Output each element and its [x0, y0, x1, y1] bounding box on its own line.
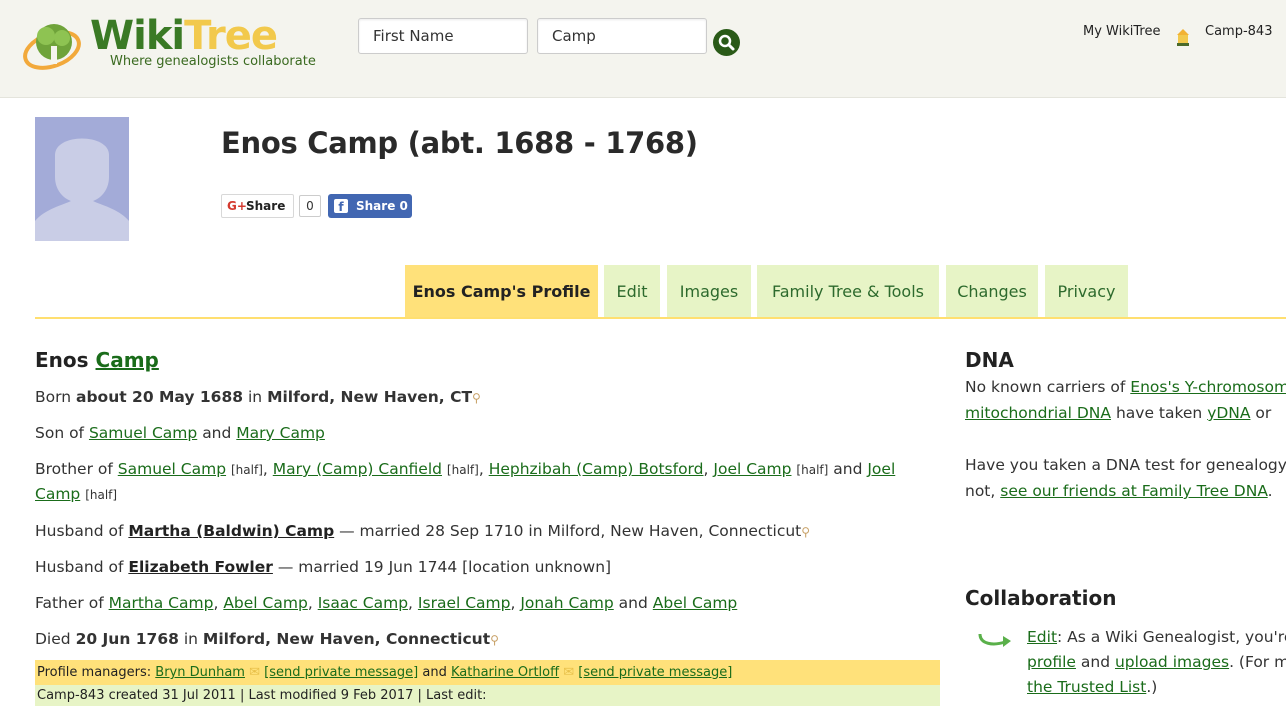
children-line: Father of Martha Camp, Abel Camp, Isaac … [35, 594, 738, 612]
user-house-icon[interactable] [1176, 27, 1190, 47]
y-chromosome-link[interactable]: Enos's Y-chromosome [1130, 378, 1286, 396]
spouse-line-2: Husband of Elizabeth Fowler — married 19… [35, 558, 612, 576]
siblings-line-cont: Camp [half] [35, 485, 118, 503]
dna-heading: DNA [965, 348, 1014, 372]
map-pin-icon[interactable]: ⚲ [472, 391, 481, 405]
silhouette-icon [35, 117, 129, 241]
family-tree-dna-link[interactable]: see our friends at Family Tree DNA [1000, 482, 1267, 500]
collaboration-heading: Collaboration [965, 586, 1117, 610]
sibling-link[interactable]: Mary (Camp) Canfield [273, 460, 442, 478]
spouse-link[interactable]: Martha (Baldwin) Camp [128, 522, 334, 540]
search-icon [718, 34, 735, 51]
profile-tabs: Enos Camp's Profile Edit Images Family T… [0, 265, 1286, 318]
google-plus-icon: G+ [227, 199, 247, 213]
ydna-link[interactable]: yDNA [1207, 404, 1250, 422]
collab-line-3: the Trusted List.) [1027, 678, 1158, 696]
person-name-heading: Enos Camp [35, 348, 159, 372]
child-link[interactable]: Israel Camp [418, 594, 511, 612]
child-link[interactable]: Abel Camp [653, 594, 737, 612]
tab-family-tree-tools[interactable]: Family Tree & Tools [757, 265, 939, 318]
sibling-link[interactable]: Joel [867, 460, 895, 478]
sibling-link[interactable]: Hephzibah (Camp) Botsford [489, 460, 704, 478]
my-wikitree-menu[interactable]: My WikiTree [1083, 24, 1160, 39]
map-pin-icon[interactable]: ⚲ [801, 525, 810, 539]
user-profile-link[interactable]: Camp-843 [1205, 24, 1272, 39]
tab-divider [35, 317, 1286, 319]
edit-link[interactable]: Edit [1027, 628, 1057, 646]
tree-logo-icon [23, 24, 81, 70]
child-link[interactable]: Abel Camp [223, 594, 307, 612]
profile-managers-bar: Profile managers: Bryn Dunham ✉ [send pr… [35, 660, 940, 685]
logo-tagline: Where genealogists collaborate [110, 54, 316, 69]
envelope-icon[interactable]: ✉ [563, 665, 574, 680]
birth-line: Born about 20 May 1688 in Milford, New H… [35, 388, 481, 406]
child-link[interactable]: Martha Camp [109, 594, 214, 612]
dna-test-line-2: not, see our friends at Family Tree DNA. [965, 482, 1273, 500]
right-sidebar: DNA No known carriers of Enos's Y-chromo… [965, 340, 1286, 706]
sibling-link[interactable]: Camp [35, 485, 80, 503]
trusted-list-link[interactable]: the Trusted List [1027, 678, 1146, 696]
collab-line-2: profile and upload images. (For m [1027, 653, 1286, 671]
sibling-link[interactable]: Samuel Camp [118, 460, 226, 478]
profile-history-bar: Camp-843 created 31 Jul 2011 | Last modi… [35, 685, 940, 706]
upload-images-link[interactable]: upload images [1115, 653, 1229, 671]
dna-text-line-1: No known carriers of Enos's Y-chromosome [965, 378, 1286, 396]
tab-privacy[interactable]: Privacy [1045, 265, 1128, 318]
site-header: WikiTree Where genealogists collaborate … [0, 0, 1286, 98]
spouse-line-1: Husband of Martha (Baldwin) Camp — marri… [35, 522, 811, 540]
search-button[interactable] [713, 29, 740, 56]
envelope-icon[interactable]: ✉ [249, 665, 260, 680]
google-plus-share-count: 0 [299, 195, 321, 217]
mother-link[interactable]: Mary Camp [236, 424, 325, 442]
map-pin-icon[interactable]: ⚲ [490, 633, 499, 647]
child-link[interactable]: Jonah Camp [520, 594, 613, 612]
last-name-input[interactable]: Camp [537, 18, 707, 54]
father-link[interactable]: Samuel Camp [89, 424, 197, 442]
siblings-line: Brother of Samuel Camp [half], Mary (Cam… [35, 460, 896, 478]
facebook-icon: f [334, 199, 348, 214]
tab-profile[interactable]: Enos Camp's Profile [405, 265, 598, 318]
page-title: Enos Camp (abt. 1688 - 1768) [221, 126, 698, 160]
profile-photo-placeholder[interactable] [35, 117, 129, 241]
profile-link[interactable]: profile [1027, 653, 1076, 671]
tab-images[interactable]: Images [667, 265, 751, 318]
wikitree-logo[interactable]: WikiTree Where genealogists collaborate [22, 14, 342, 76]
parents-line: Son of Samuel Camp and Mary Camp [35, 424, 325, 442]
spouse-link[interactable]: Elizabeth Fowler [128, 558, 273, 576]
first-name-input[interactable]: First Name [358, 18, 528, 54]
arrow-icon [978, 633, 1011, 647]
collab-line-1: Edit: As a Wiki Genealogist, you're [1027, 628, 1286, 646]
google-plus-share-button[interactable]: G+ Share [221, 194, 295, 218]
facebook-share-button[interactable]: f Share 0 [328, 194, 412, 218]
dna-test-question: Have you taken a DNA test for genealogy [965, 456, 1286, 474]
manager-link[interactable]: Katharine Ortloff [451, 665, 559, 680]
manager-link[interactable]: Bryn Dunham [155, 665, 245, 680]
child-link[interactable]: Isaac Camp [318, 594, 408, 612]
dna-text-line-2: mitochondrial DNA have taken yDNA or [965, 404, 1272, 422]
death-line: Died 20 Jun 1768 in Milford, New Haven, … [35, 630, 499, 648]
send-message-link[interactable]: [send private message] [264, 665, 418, 680]
logo-wordmark: WikiTree [90, 13, 278, 59]
sibling-link[interactable]: Joel Camp [713, 460, 791, 478]
send-message-link[interactable]: [send private message] [578, 665, 732, 680]
mitochondrial-dna-link[interactable]: mitochondrial DNA [965, 404, 1111, 422]
tab-edit[interactable]: Edit [604, 265, 660, 318]
tab-changes[interactable]: Changes [946, 265, 1038, 318]
surname-link[interactable]: Camp [96, 348, 159, 372]
